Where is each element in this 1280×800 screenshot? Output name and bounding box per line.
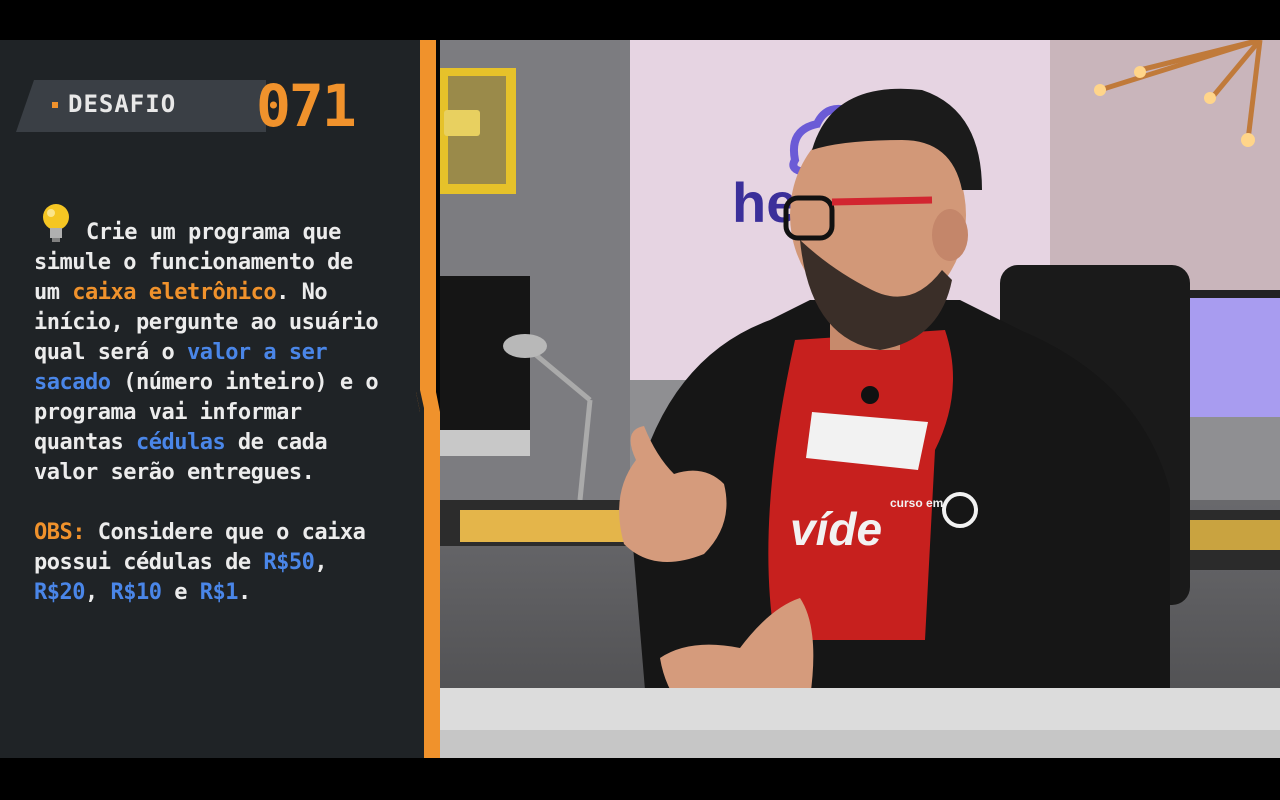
note-1: R$1 — [199, 580, 239, 605]
challenge-number: 071 — [256, 72, 357, 140]
badge-label: DESAFIO — [68, 90, 177, 118]
note-20: R$20 — [34, 580, 85, 605]
challenge-description: Crie um programa que simule o funcioname… — [34, 218, 384, 488]
challenge-text: Crie um programa que simule o funcioname… — [34, 218, 384, 608]
highlight-atm: caixa eletrônico — [72, 280, 277, 305]
badge-dot — [52, 102, 58, 108]
monitor-left — [440, 276, 530, 456]
note-10: R$10 — [110, 580, 162, 605]
letterbox-top — [0, 0, 1280, 40]
obs-sep-2: , — [84, 580, 111, 605]
shirt-small-text: curso em — [890, 496, 943, 510]
video-frame: he curso em víde DESAFIO 071 Crie um pro… — [0, 0, 1280, 800]
lapel-mic — [861, 386, 879, 404]
obs-end: . — [237, 580, 251, 605]
obs-note: OBS: Considere que o caixa possui cédula… — [34, 518, 384, 608]
obs-sep-1: , — [314, 550, 328, 575]
shirt-brand-text: víde — [790, 503, 882, 555]
letterbox-bottom — [0, 758, 1280, 800]
red-shirt — [768, 330, 953, 640]
studio-illustration: he curso em víde — [440, 40, 1280, 758]
note-50: R$50 — [263, 550, 315, 575]
video-scene: he curso em víde — [440, 40, 1280, 758]
panel-orange-border — [416, 40, 440, 758]
obs-label: OBS: — [34, 520, 85, 545]
highlight-notes: cédulas — [135, 430, 226, 455]
obs-and: e — [161, 580, 200, 605]
